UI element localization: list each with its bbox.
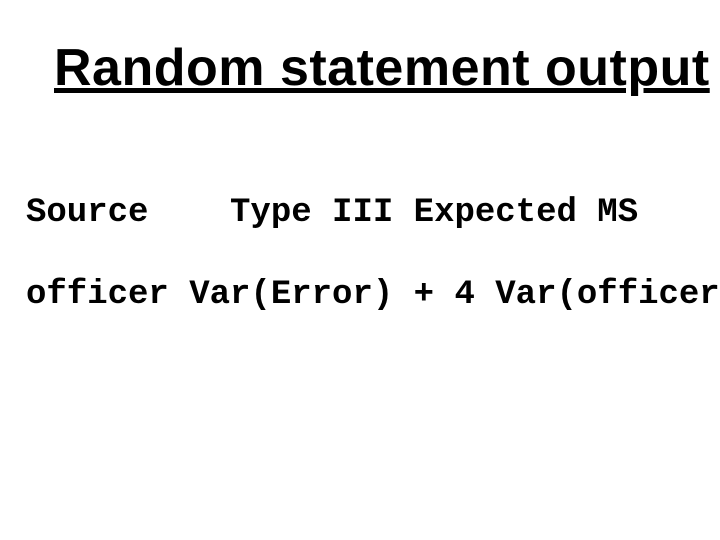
slide-title: Random statement output <box>54 38 710 98</box>
header-row: Source Type III Expected MS <box>26 194 706 232</box>
slide: Random statement output Source Type III … <box>0 0 720 540</box>
data-row: officer Var(Error) + 4 Var(officer) <box>26 276 706 314</box>
